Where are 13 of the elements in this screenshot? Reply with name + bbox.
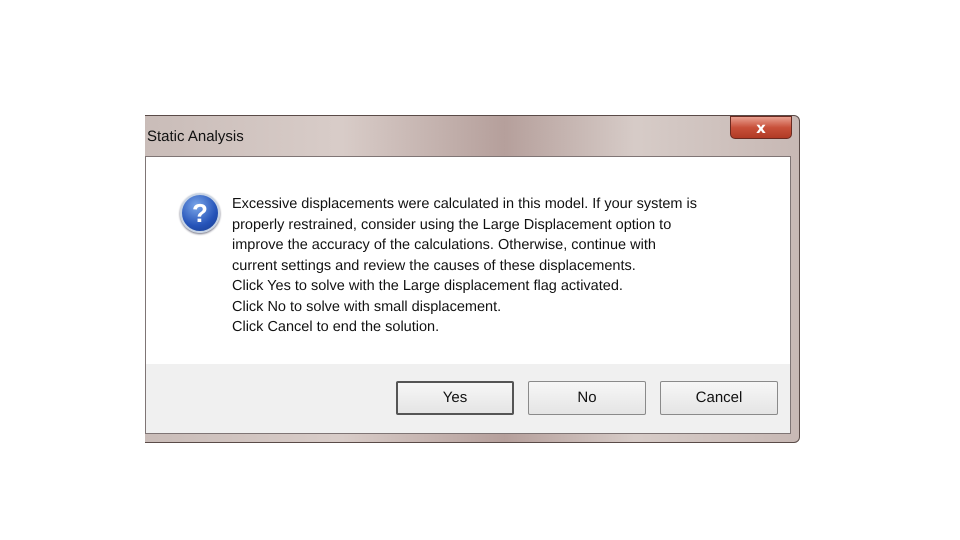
- message-text: Excessive displacements were calculated in this model. If your system is: [232, 195, 697, 214]
- message-text: properly restrained, consider using the Large Displacement option to: [232, 216, 672, 234]
- message-text: Click Cancel to end the solution.: [232, 318, 440, 337]
- close-button[interactable]: x: [730, 116, 792, 139]
- message-text: current settings and review the causes of these displacements.: [232, 256, 637, 276]
- dialog-button[interactable]: Yes: [396, 380, 514, 414]
- message-text: Click Yes to solve with the Large displacement flag activated.: [232, 277, 624, 296]
- dialog-button[interactable]: No: [528, 380, 646, 414]
- message-text: improve the accuracy of the calculations. Otherwise, continue with: [232, 236, 657, 255]
- question-icon: ?: [180, 193, 220, 233]
- window-title: Static Analysis: [146, 128, 244, 144]
- message-text: Click No to solve with small displacement.: [232, 298, 502, 316]
- dialog-button[interactable]: Cancel: [660, 380, 778, 414]
